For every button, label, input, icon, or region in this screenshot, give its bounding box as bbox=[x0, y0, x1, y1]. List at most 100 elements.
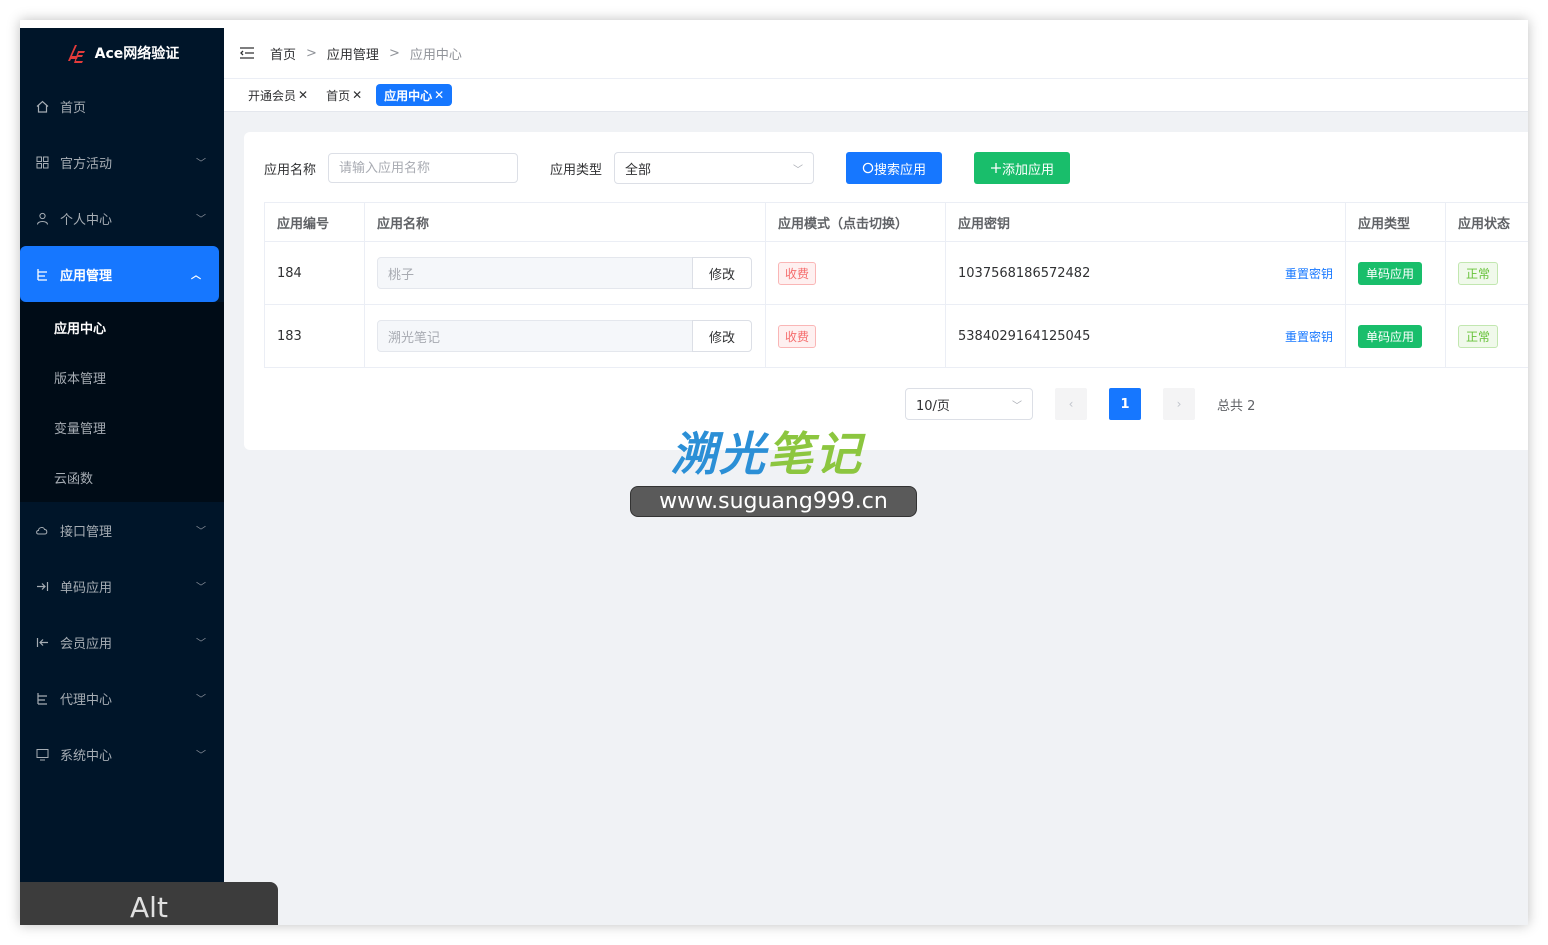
table-row: 183 溯光笔记 修改 收费 5384029164125045 重置密钥 单码应… bbox=[264, 304, 1528, 368]
reset-secret-link[interactable]: 重置密钥 bbox=[1285, 328, 1333, 345]
cell-status: 正常 bbox=[1445, 304, 1528, 368]
add-app-button[interactable]: 添加应用 bbox=[974, 152, 1071, 184]
col-header-id: 应用编号 bbox=[264, 202, 365, 242]
prev-page-button[interactable]: ‹ bbox=[1055, 388, 1087, 420]
sidebar-item-api[interactable]: 接口管理 ﹀ bbox=[20, 502, 224, 558]
tab-label: 开通会员 bbox=[248, 88, 297, 103]
sidebar-item-personal[interactable]: 个人中心 ﹀ bbox=[20, 190, 224, 246]
close-icon[interactable]: ✕ bbox=[298, 88, 308, 102]
menu-fold-icon[interactable] bbox=[240, 47, 254, 59]
chevron-down-icon: ﹀ bbox=[196, 694, 206, 706]
monitor-icon bbox=[34, 746, 50, 762]
search-app-button[interactable]: 搜索应用 bbox=[846, 152, 943, 184]
brand[interactable]: Ace网络验证 bbox=[20, 28, 224, 78]
tab-open-member[interactable]: 开通会员 ✕ bbox=[244, 84, 312, 106]
chevron-down-icon: ﹀ bbox=[1012, 400, 1022, 412]
col-header-mode: 应用模式（点击切换） bbox=[765, 202, 946, 242]
chevron-up-icon: ︿ bbox=[191, 270, 201, 282]
app-name-field[interactable]: 溯光笔记 bbox=[377, 320, 693, 352]
app-name-label: 应用名称 bbox=[264, 162, 317, 178]
app-name-input[interactable] bbox=[328, 153, 519, 183]
breadcrumb-app-management[interactable]: 应用管理 bbox=[327, 44, 379, 63]
sidebar-item-activities[interactable]: 官方活动 ﹀ bbox=[20, 134, 224, 190]
close-icon[interactable]: ✕ bbox=[352, 88, 362, 102]
breadcrumb-current: 应用中心 bbox=[409, 47, 462, 63]
page-number-button[interactable]: 1 bbox=[1109, 388, 1141, 420]
page-size-select[interactable]: 10/页 ﹀ bbox=[905, 388, 1033, 420]
submenu-item-cloud-functions[interactable]: 云函数 bbox=[20, 452, 224, 502]
sidebar-item-single-code[interactable]: 单码应用 ﹀ bbox=[20, 558, 224, 614]
user-icon bbox=[34, 210, 50, 226]
sidebar-item-agent[interactable]: 代理中心 ﹀ bbox=[20, 670, 224, 726]
mode-badge[interactable]: 收费 bbox=[778, 261, 817, 285]
submenu-app-management: 应用中心 版本管理 变量管理 云函数 bbox=[20, 302, 224, 502]
chevron-down-icon: ﹀ bbox=[196, 526, 206, 538]
chevron-left-icon: ‹ bbox=[1068, 397, 1074, 411]
page-size-value: 10/页 bbox=[916, 398, 950, 414]
submenu-item-variables[interactable]: 变量管理 bbox=[20, 402, 224, 452]
secret-value: 5384029164125045 bbox=[958, 328, 1091, 344]
tab-app-center[interactable]: 应用中心 ✕ bbox=[376, 84, 453, 106]
table-header-row: 应用编号 应用名称 应用模式（点击切换） 应用密钥 应用类型 应用状态 bbox=[264, 202, 1528, 242]
sidebar-item-label: 会员应用 bbox=[60, 636, 113, 652]
sidebar-item-system[interactable]: 系统中心 ﹀ bbox=[20, 726, 224, 782]
chevron-down-icon: ﹀ bbox=[196, 582, 206, 594]
reset-secret-link[interactable]: 重置密钥 bbox=[1285, 265, 1333, 282]
next-page-button[interactable]: › bbox=[1163, 388, 1195, 420]
breadcrumb-separator: > bbox=[388, 45, 400, 61]
type-badge: 单码应用 bbox=[1358, 324, 1423, 348]
sidebar-item-label: 接口管理 bbox=[60, 524, 113, 540]
sidebar-item-label: 代理中心 bbox=[60, 692, 113, 708]
add-app-label: 添加应用 bbox=[1002, 162, 1055, 178]
search-app-label: 搜索应用 bbox=[874, 162, 927, 178]
tab-label: 应用中心 bbox=[384, 88, 433, 103]
submenu-item-version[interactable]: 版本管理 bbox=[20, 352, 224, 402]
chevron-down-icon: ﹀ bbox=[196, 750, 206, 762]
col-header-secret: 应用密钥 bbox=[945, 202, 1346, 242]
col-header-type: 应用类型 bbox=[1345, 202, 1446, 242]
app-name-field[interactable]: 桃子 bbox=[377, 257, 693, 289]
cloud-icon bbox=[34, 522, 50, 538]
sidebar-item-home[interactable]: 首页 bbox=[20, 78, 224, 134]
brand-name: Ace网络验证 bbox=[94, 46, 180, 62]
watermark-title-part2: 笔记 bbox=[767, 427, 863, 481]
sidebar: Ace网络验证 首页 官方活动 ﹀ 个人中心 ﹀ 应用管理 ︿ 应用中心 版本管… bbox=[20, 28, 224, 925]
total-count: 总共 2 bbox=[1217, 398, 1256, 414]
mode-badge[interactable]: 收费 bbox=[778, 324, 817, 348]
sidebar-item-label: 应用管理 bbox=[60, 268, 113, 284]
submenu-item-app-center[interactable]: 应用中心 bbox=[20, 302, 224, 352]
pagination: 10/页 ﹀ ‹ 1 › 总共 2 bbox=[905, 388, 1255, 420]
close-icon[interactable]: ✕ bbox=[434, 88, 444, 102]
home-icon bbox=[34, 98, 50, 114]
search-icon bbox=[862, 162, 874, 174]
status-badge: 正常 bbox=[1458, 324, 1499, 348]
list-tree-icon bbox=[34, 690, 50, 706]
breadcrumb-home[interactable]: 首页 bbox=[270, 44, 296, 63]
cell-type: 单码应用 bbox=[1345, 304, 1446, 368]
breadcrumb: 首页 > 应用管理 > 应用中心 bbox=[270, 44, 462, 63]
grid-icon bbox=[34, 154, 50, 170]
cell-id: 183 bbox=[264, 304, 365, 368]
tab-home[interactable]: 首页 ✕ bbox=[322, 84, 366, 106]
table-row: 184 桃子 修改 收费 1037568186572482 重置密钥 单码应用 … bbox=[264, 241, 1528, 305]
sidebar-item-member[interactable]: 会员应用 ﹀ bbox=[20, 614, 224, 670]
cell-secret: 1037568186572482 重置密钥 bbox=[945, 241, 1346, 305]
app-type-select[interactable]: 全部 ﹀ bbox=[614, 152, 815, 184]
content-card: 应用名称 应用类型 全部 ﹀ 搜索应用 添加应用 应用编号 应用名称 应用模 bbox=[244, 132, 1528, 450]
cell-status: 正常 bbox=[1445, 241, 1528, 305]
edit-name-button[interactable]: 修改 bbox=[692, 257, 752, 289]
arrow-right-bar-icon bbox=[34, 578, 50, 594]
breadcrumb-separator: > bbox=[306, 45, 317, 61]
sidebar-item-label: 首页 bbox=[60, 100, 87, 116]
sidebar-item-app-management[interactable]: 应用管理 ︿ bbox=[20, 246, 219, 302]
arrow-left-bar-icon bbox=[34, 634, 50, 650]
sidebar-item-label: 单码应用 bbox=[60, 580, 113, 596]
cell-secret: 5384029164125045 重置密钥 bbox=[945, 304, 1346, 368]
chevron-down-icon: ﹀ bbox=[196, 214, 206, 226]
chevron-down-icon: ﹀ bbox=[196, 158, 206, 170]
edit-name-button[interactable]: 修改 bbox=[692, 320, 752, 352]
col-header-status: 应用状态 bbox=[1445, 202, 1528, 242]
status-badge: 正常 bbox=[1458, 261, 1499, 285]
sidebar-item-label: 系统中心 bbox=[60, 748, 113, 764]
sidebar-item-label: 官方活动 bbox=[60, 156, 113, 172]
